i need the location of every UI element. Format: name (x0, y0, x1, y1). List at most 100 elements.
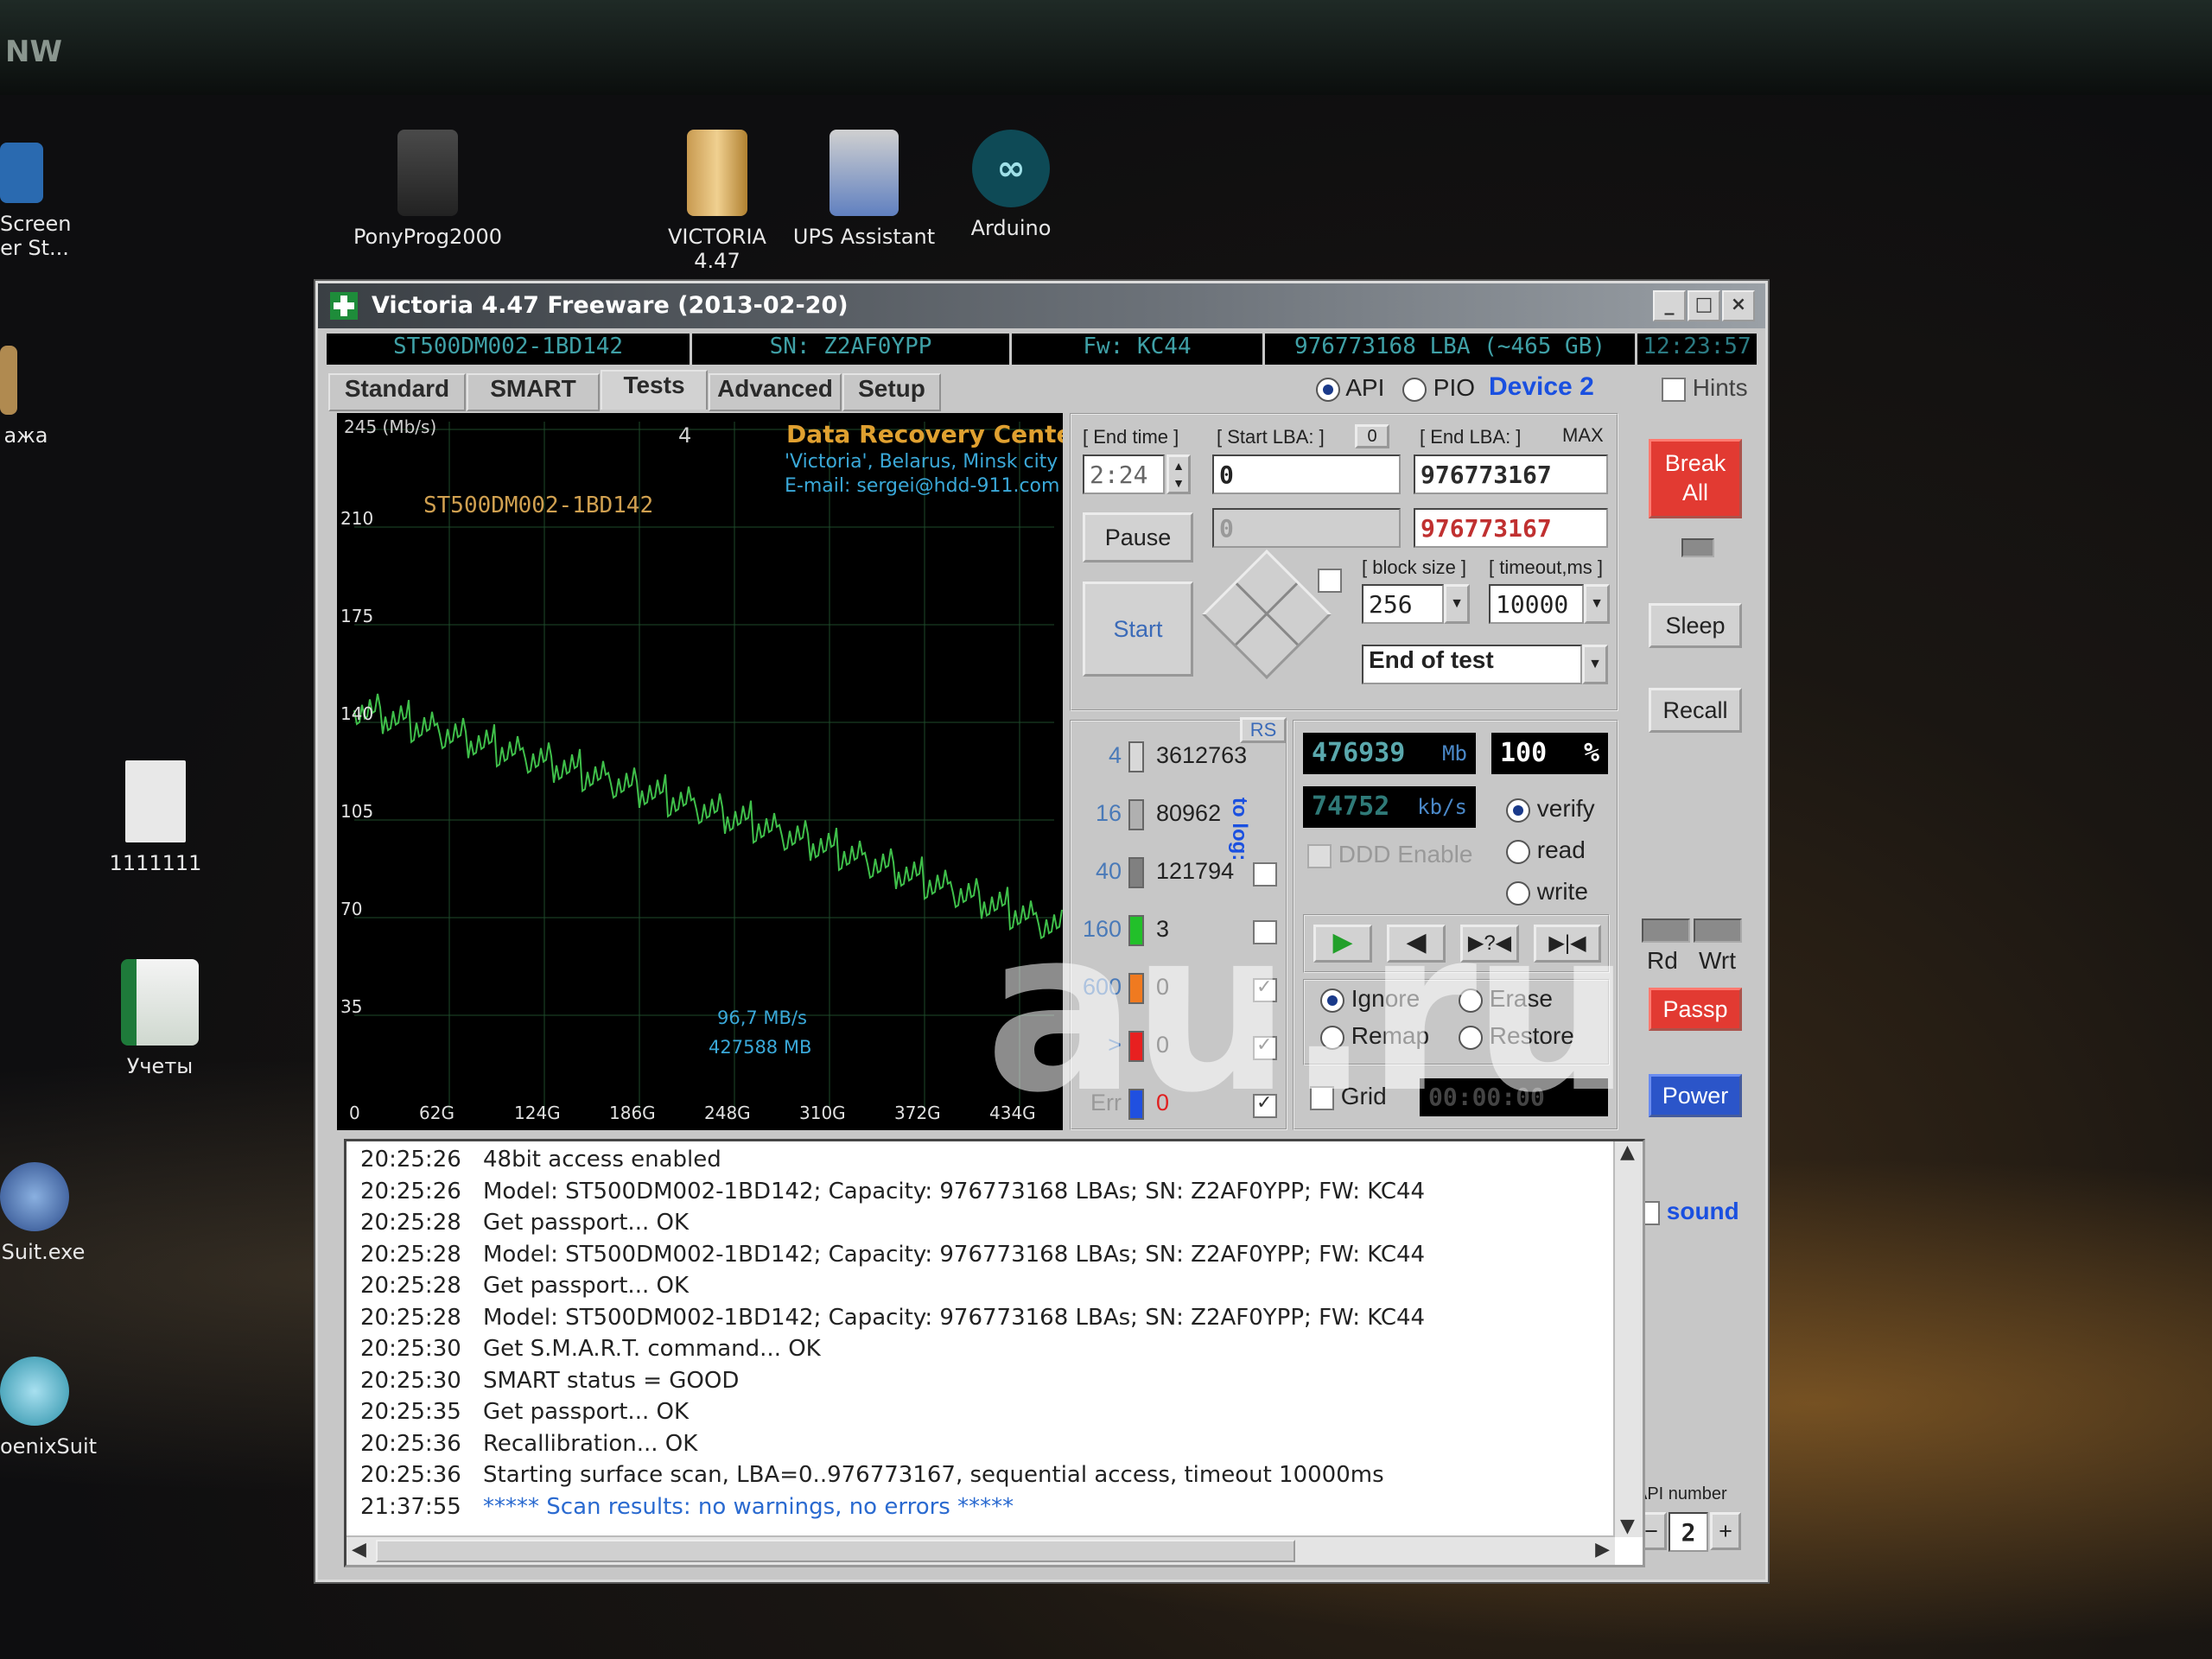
end-time-label: [ End time ] (1083, 426, 1179, 448)
read-radio[interactable] (1506, 839, 1530, 864)
interface-pio-option[interactable]: PIO (1402, 374, 1475, 402)
block-size-dropdown-icon[interactable]: ▼ (1444, 584, 1470, 624)
desktop-icon-livesuit[interactable]: Suit.exe (0, 1162, 86, 1264)
log-message: Get passport... OK (483, 1273, 689, 1299)
rd-led (1642, 918, 1690, 943)
start-lba-input[interactable]: 0 (1212, 454, 1401, 494)
tab-standard[interactable]: Standard (328, 373, 466, 411)
speed-readout: 96,7 MB/s (717, 1007, 807, 1028)
close-button[interactable]: × (1722, 290, 1755, 321)
ddd-checkbox[interactable] (1307, 843, 1332, 868)
tab-setup[interactable]: Setup (842, 373, 941, 411)
block-size-select[interactable]: 256 (1362, 584, 1444, 624)
desktop-icon-phoenixsuit[interactable]: oenixSuit (0, 1357, 97, 1459)
timeout-select[interactable]: 10000 (1489, 584, 1584, 624)
scroll-up-icon[interactable]: ▲ (1620, 1141, 1635, 1163)
desktop-icon-1111111[interactable]: 1111111 (104, 760, 207, 875)
tab-smart[interactable]: SMART (467, 373, 600, 411)
end-lba-current: 976773167 (1414, 508, 1608, 548)
desktop-icon-uchety[interactable]: Учеты (104, 959, 216, 1078)
scroll-down-icon[interactable]: ▼ (1620, 1516, 1635, 1537)
end-lba-max-button[interactable]: MAX (1562, 424, 1604, 447)
api-radio[interactable] (1316, 377, 1340, 402)
ups-icon (830, 130, 899, 216)
x-tick: 124G (514, 1103, 561, 1123)
x-tick: 310G (799, 1103, 846, 1123)
log-line: 20:25:28 Model: ST500DM002-1BD142; Capaci… (360, 1305, 1425, 1331)
pio-radio[interactable] (1402, 377, 1427, 402)
x-tick: 62G (419, 1103, 454, 1123)
folder-icon (0, 346, 17, 415)
mode-verify[interactable]: verify (1506, 795, 1595, 823)
log-time: 20:25:28 (360, 1273, 461, 1299)
api-number-increment[interactable]: + (1710, 1512, 1741, 1550)
desktop-icon-ups-assistant[interactable]: UPS Assistant (791, 130, 938, 249)
minimize-button[interactable]: _ (1653, 290, 1686, 321)
desktop-icon-arduino[interactable]: ∞ Arduino (959, 130, 1063, 240)
hints-option[interactable]: Hints (1662, 374, 1748, 402)
activity-led (1681, 538, 1714, 557)
end-action-dropdown-icon[interactable]: ▼ (1582, 645, 1608, 684)
pause-button[interactable]: Pause (1083, 512, 1193, 563)
log-time: 20:25:26 (360, 1147, 461, 1173)
ddd-enable-option[interactable]: DDD Enable (1307, 841, 1472, 868)
start-lba-zero-button[interactable]: 0 (1355, 424, 1389, 448)
speed-trace (353, 693, 1063, 940)
end-action-select[interactable]: End of test (1362, 645, 1582, 684)
maximize-button[interactable]: □ (1688, 290, 1720, 321)
recall-button[interactable]: Recall (1649, 688, 1742, 733)
sleep-button[interactable]: Sleep (1649, 603, 1742, 648)
title-bar[interactable]: Victoria 4.47 Freeware (2013-02-20) _ □ … (318, 283, 1765, 328)
log-message: Get passport... OK (483, 1210, 689, 1236)
wrt-label: Wrt (1699, 947, 1737, 974)
nav-lock-checkbox[interactable] (1318, 569, 1342, 593)
power-button[interactable]: Power (1649, 1074, 1742, 1117)
speed-display: 74752 kb/s (1303, 786, 1476, 828)
log-line: 20:25:36 Starting surface scan, LBA=0..97… (360, 1462, 1384, 1488)
mode-read[interactable]: read (1506, 836, 1586, 864)
end-time-input[interactable]: 2:24 (1083, 454, 1165, 494)
timeout-dropdown-icon[interactable]: ▼ (1584, 584, 1610, 624)
tab-tests[interactable]: Tests (601, 370, 708, 410)
sound-option[interactable]: sound (1636, 1198, 1739, 1225)
scroll-right-icon[interactable]: ▶ (1595, 1539, 1610, 1560)
counter-row: 4 3612763 (1078, 741, 1247, 772)
break-all-button[interactable]: Break All (1649, 439, 1742, 518)
hints-checkbox[interactable] (1662, 377, 1686, 402)
desktop-icon-partial[interactable]: ажа (0, 346, 52, 448)
desktop-icon-screen[interactable]: Screen er St... (0, 143, 72, 260)
log-line: 21:37:55 ***** Scan results: no warnings,… (360, 1494, 1014, 1520)
graph-unit: 245 (Mb/s) (344, 416, 437, 437)
verify-radio[interactable] (1506, 798, 1530, 823)
end-time-spinner[interactable]: ▲ ▼ (1166, 454, 1191, 494)
log-line: 20:25:28 Model: ST500DM002-1BD142; Capaci… (360, 1242, 1425, 1268)
end-lba-input[interactable]: 976773167 (1414, 454, 1608, 494)
start-button[interactable]: Start (1083, 582, 1193, 677)
interface-api-option[interactable]: API (1316, 374, 1384, 402)
drive-serial: SN: Z2AF0YPP (692, 334, 1012, 365)
log-scroll-thumb[interactable] (376, 1540, 1295, 1562)
y-tick: 210 (340, 508, 374, 529)
desktop-icon-ponyprog[interactable]: PonyProg2000 (350, 130, 505, 249)
log-time: 20:25:26 (360, 1178, 461, 1205)
passport-button[interactable]: Passp (1649, 988, 1742, 1031)
scroll-left-icon[interactable]: ◀ (352, 1539, 366, 1560)
log-line: 20:25:28 Get passport... OK (360, 1210, 689, 1236)
log-time: 20:25:28 (360, 1210, 461, 1236)
desktop-icon-label: UPS Assistant (792, 225, 936, 249)
log-horizontal-scrollbar[interactable]: ◀ ▶ (346, 1535, 1615, 1565)
log-vertical-scrollbar[interactable]: ▲ ▼ (1613, 1141, 1643, 1537)
log-message: 48bit access enabled (483, 1147, 721, 1173)
x-tick: 372G (894, 1103, 941, 1123)
brand-email[interactable]: E-mail: sergei@hdd-911.com (785, 475, 1059, 497)
api-number-input[interactable]: 2 (1669, 1512, 1708, 1552)
log-time: 20:25:35 (360, 1399, 461, 1425)
y-tick: 140 (340, 703, 374, 724)
rd-label: Rd (1647, 947, 1678, 974)
log-line: 20:25:30 Get S.M.A.R.T. command... OK (360, 1336, 821, 1362)
desktop-icon-victoria[interactable]: VICTORIA 4.47 (657, 130, 778, 273)
log-line: 20:25:30 SMART status = GOOD (360, 1368, 739, 1394)
tab-advanced[interactable]: Advanced (709, 373, 842, 411)
reset-counters-button[interactable]: RS (1240, 717, 1287, 743)
log-time: 20:25:28 (360, 1241, 461, 1268)
